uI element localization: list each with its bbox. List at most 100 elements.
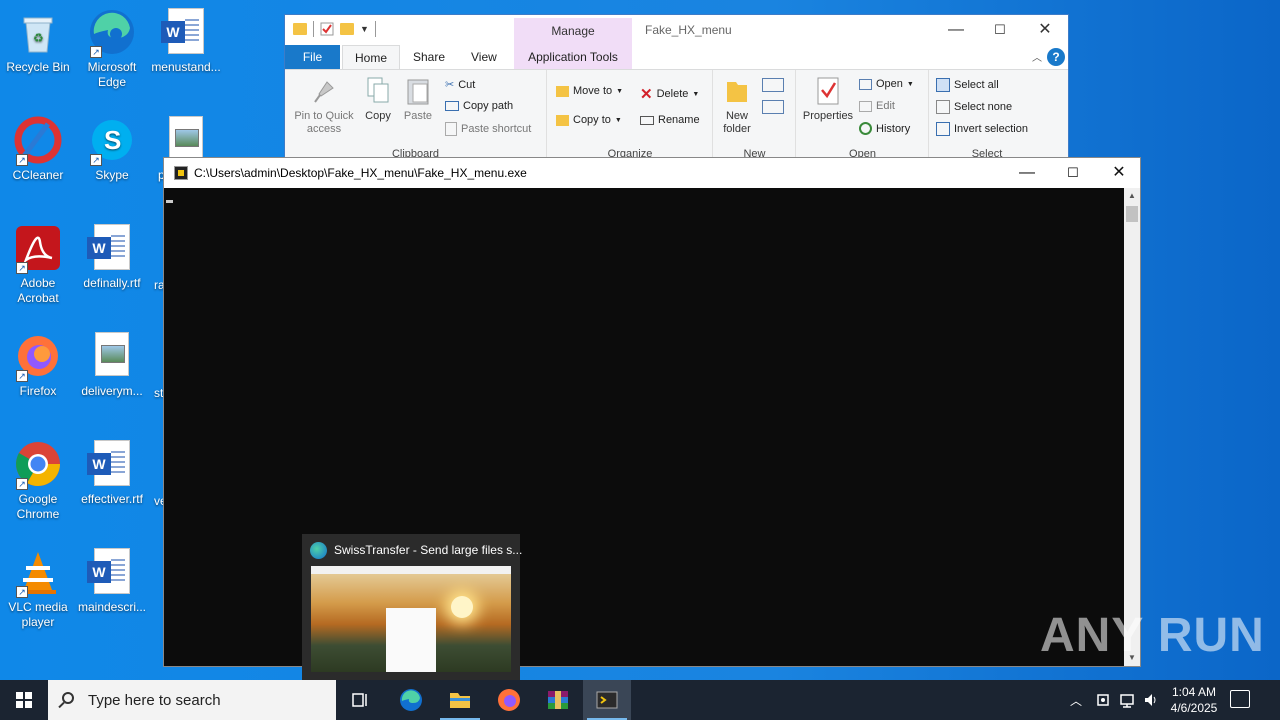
console-app-icon bbox=[596, 691, 618, 709]
delete-x-icon: ✕ bbox=[640, 86, 653, 103]
windows-logo-icon bbox=[16, 692, 32, 708]
task-view-icon bbox=[352, 693, 367, 707]
properties-button[interactable]: Properties bbox=[799, 76, 857, 123]
qat-dropdown-icon[interactable]: ▼ bbox=[360, 24, 369, 34]
pin-quick-access-button[interactable]: Pin to Quick access bbox=[289, 76, 359, 136]
console-minimize-button[interactable]: — bbox=[1004, 162, 1050, 184]
copy-label: Copy bbox=[365, 110, 391, 122]
copy-path-button[interactable]: Copy path bbox=[445, 100, 513, 112]
history-label: History bbox=[876, 122, 911, 135]
dropdown-arrow-icon: ▼ bbox=[614, 116, 622, 124]
taskbar-file-explorer[interactable] bbox=[436, 680, 484, 720]
taskbar-console-app[interactable] bbox=[583, 680, 631, 720]
word-doc-icon: W bbox=[87, 440, 136, 488]
scroll-up-icon[interactable]: ▲ bbox=[1124, 188, 1140, 204]
move-to-button[interactable]: Move to ▼ bbox=[556, 85, 623, 97]
taskbar-search[interactable]: Type here to search bbox=[48, 680, 336, 720]
collapse-ribbon-icon[interactable]: ︿ bbox=[1032, 49, 1042, 64]
new-folder-button[interactable]: New folder bbox=[716, 76, 758, 136]
maximize-button[interactable]: ☐ bbox=[977, 19, 1023, 41]
select-group: Select all Select none Invert selection … bbox=[930, 70, 1044, 160]
desktop-icon-firefox[interactable]: ↗ Firefox bbox=[0, 332, 76, 399]
desktop-icon-adobe-acrobat[interactable]: ↗ Adobe Acrobat bbox=[0, 224, 76, 306]
open-button[interactable]: Open ▼ bbox=[859, 78, 914, 90]
desktop-icon-skype[interactable]: S ↗ Skype bbox=[74, 116, 150, 183]
start-button[interactable] bbox=[0, 680, 48, 720]
paste-shortcut-icon bbox=[445, 122, 457, 136]
volume-icon[interactable] bbox=[1143, 692, 1159, 708]
paste-shortcut-label: Paste shortcut bbox=[461, 123, 532, 135]
desktop-icon-label: Firefox bbox=[19, 384, 57, 398]
delete-button[interactable]: ✕ Delete ▼ bbox=[640, 85, 699, 103]
action-center-icon[interactable] bbox=[1230, 690, 1250, 708]
desktop-icon-google-chrome[interactable]: ↗ Google Chrome bbox=[0, 440, 76, 522]
minimize-button[interactable]: — bbox=[933, 19, 979, 41]
defender-icon[interactable] bbox=[1095, 692, 1111, 708]
taskbar-winrar[interactable] bbox=[534, 680, 582, 720]
console-titlebar: C:\Users\admin\Desktop\Fake_HX_menu\Fake… bbox=[164, 158, 1140, 188]
cut-button[interactable]: ✂ Cut bbox=[445, 78, 475, 92]
console-title: C:\Users\admin\Desktop\Fake_HX_menu\Fake… bbox=[194, 166, 527, 180]
select-none-button[interactable]: Select none bbox=[936, 100, 1012, 114]
rename-button[interactable]: Rename bbox=[640, 114, 700, 126]
task-view-button[interactable] bbox=[336, 680, 384, 720]
taskbar-edge[interactable] bbox=[387, 680, 435, 720]
invert-selection-button[interactable]: Invert selection bbox=[936, 122, 1028, 136]
system-clock[interactable]: 1:04 AM 4/6/2025 bbox=[1166, 684, 1222, 716]
taskbar-thumbnail-preview[interactable]: SwissTransfer - Send large files s... bbox=[302, 534, 522, 680]
console-app-icon bbox=[174, 166, 188, 180]
copy-button[interactable]: Copy bbox=[361, 76, 395, 123]
open-label: Open bbox=[876, 78, 903, 90]
scissors-icon: ✂ bbox=[445, 79, 455, 91]
desktop-icon-effectiver[interactable]: W effectiver.rtf bbox=[74, 440, 150, 507]
new-item-icon[interactable] bbox=[762, 78, 784, 92]
history-button[interactable]: History bbox=[859, 122, 910, 135]
desktop-icon-label: Microsoft Edge bbox=[87, 60, 137, 89]
desktop-icon-deliverym[interactable]: deliverym... bbox=[74, 332, 150, 399]
console-maximize-button[interactable]: ☐ bbox=[1050, 162, 1096, 184]
desktop-icon-menustand[interactable]: W menustand... bbox=[148, 8, 224, 75]
console-scrollbar[interactable]: ▲ ▼ bbox=[1124, 188, 1140, 666]
tab-view[interactable]: View bbox=[459, 45, 509, 69]
new-folder-icon[interactable] bbox=[340, 23, 354, 35]
desktop-icon-label: Recycle Bin bbox=[6, 60, 70, 74]
desktop-icon-vlc[interactable]: ↗ VLC media player bbox=[0, 548, 76, 630]
desktop-icon-definally[interactable]: W definally.rtf bbox=[74, 224, 150, 291]
close-button[interactable]: ✕ bbox=[1022, 19, 1068, 41]
edit-button[interactable]: Edit bbox=[859, 100, 895, 112]
explorer-title: Fake_HX_menu bbox=[645, 23, 732, 37]
open-group: Properties Open ▼ Edit History Open bbox=[797, 70, 929, 160]
ribbon-tabs: File Home Share View Application Tools ︿… bbox=[285, 45, 1068, 69]
edge-icon bbox=[310, 542, 327, 559]
scroll-thumb[interactable] bbox=[1126, 206, 1138, 222]
desktop-icon-microsoft-edge[interactable]: ↗ Microsoft Edge bbox=[74, 8, 150, 90]
tray-chevron-icon[interactable]: ︿ bbox=[1070, 692, 1082, 720]
console-close-button[interactable]: ✕ bbox=[1096, 162, 1142, 184]
help-icon[interactable]: ? bbox=[1047, 48, 1065, 66]
folder-icon[interactable] bbox=[293, 23, 307, 35]
tab-home[interactable]: Home bbox=[342, 45, 401, 69]
desktop-icon-recycle-bin[interactable]: ♻ Recycle Bin bbox=[0, 8, 76, 75]
select-all-button[interactable]: Select all bbox=[936, 78, 999, 92]
properties-check-icon[interactable] bbox=[320, 22, 334, 36]
tab-share[interactable]: Share bbox=[401, 45, 457, 69]
taskbar-firefox[interactable] bbox=[485, 680, 533, 720]
copy-to-button[interactable]: Copy to ▼ bbox=[556, 114, 622, 126]
desktop-icon-ccleaner[interactable]: ↗ CCleaner bbox=[0, 116, 76, 183]
paste-shortcut-button[interactable]: Paste shortcut bbox=[445, 122, 531, 136]
invert-selection-label: Invert selection bbox=[954, 123, 1028, 135]
tab-file[interactable]: File bbox=[285, 45, 340, 69]
manage-context-header: Manage bbox=[514, 18, 632, 45]
new-group: New folder New bbox=[714, 70, 796, 160]
firefox-icon: ↗ bbox=[14, 332, 62, 382]
easy-access-icon[interactable] bbox=[762, 100, 784, 114]
select-all-label: Select all bbox=[954, 79, 999, 91]
network-icon[interactable] bbox=[1119, 692, 1135, 708]
acrobat-icon: ↗ bbox=[14, 224, 62, 274]
desktop-icon-maindescri[interactable]: W maindescri... bbox=[74, 548, 150, 615]
tab-application-tools[interactable]: Application Tools bbox=[514, 45, 632, 69]
vlc-icon: ↗ bbox=[14, 548, 62, 598]
paste-button[interactable]: Paste bbox=[401, 76, 435, 123]
pin-label: Pin to Quick access bbox=[294, 110, 354, 135]
ribbon: Pin to Quick access Copy Paste ✂ Cut Copy… bbox=[285, 69, 1068, 160]
